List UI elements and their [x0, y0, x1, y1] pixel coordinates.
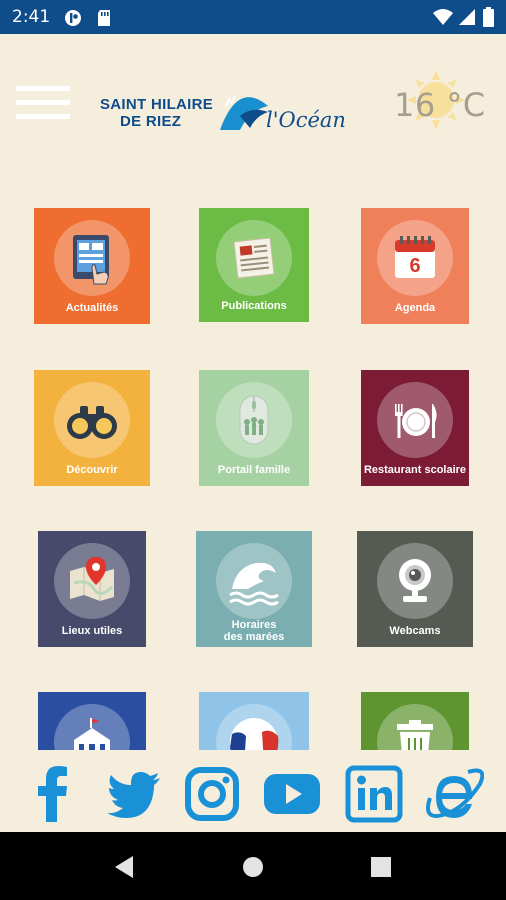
calendar-day: 6: [409, 255, 420, 277]
tile-label-line1: Horaires: [231, 619, 277, 631]
logo-script: l'Océan: [266, 108, 346, 132]
battery-icon: [483, 7, 494, 32]
status-time: 2:41: [12, 7, 51, 27]
tile-label: Lieux utiles: [61, 625, 123, 637]
plate-cutlery-icon: [395, 404, 437, 438]
home-icon[interactable]: [238, 852, 268, 882]
wave-icon: [229, 562, 279, 606]
internet-explorer-icon[interactable]: [424, 764, 484, 824]
tile-label: Portail famille: [217, 464, 291, 476]
tile-label: Horaires des marées: [196, 619, 312, 643]
hamburger-menu-icon[interactable]: [16, 86, 70, 124]
tile-publications[interactable]: Publications: [199, 208, 309, 322]
tile-webcams[interactable]: Webcams: [357, 531, 473, 647]
tile-portail-famille[interactable]: Portail famille: [199, 370, 309, 486]
logo-line2: DE RIEZ: [120, 113, 182, 130]
instagram-icon[interactable]: [182, 764, 242, 824]
tile-label: Webcams: [389, 625, 441, 637]
map-pin-icon: [70, 557, 114, 601]
temperature: 16 °C: [394, 86, 486, 124]
signal-icon: [458, 8, 476, 31]
back-icon[interactable]: [111, 852, 141, 882]
social-bar: [0, 750, 506, 832]
wifi-icon: [432, 8, 454, 31]
status-bar: 2:41: [0, 0, 506, 34]
tile-label: Restaurant scolaire: [363, 464, 467, 476]
tile-horaires-marees[interactable]: Horaires des marées: [196, 531, 312, 647]
tile-actualites[interactable]: Actualités: [34, 208, 150, 324]
youtube-icon[interactable]: [262, 764, 322, 824]
touch-tablet-icon: [73, 235, 109, 285]
sd-card-icon: [96, 9, 112, 32]
calendar-icon: 6: [395, 236, 435, 278]
app-content: SAINT HILAIRE DE RIEZ l'Océan 16 °C Actu…: [0, 34, 506, 832]
tile-label: Agenda: [394, 302, 436, 314]
mouse-icon: [239, 395, 269, 445]
navigation-bar: [0, 832, 506, 900]
tile-label: Publications: [221, 300, 287, 312]
tile-label-line2: des marées: [223, 631, 285, 643]
newspaper-icon: [233, 237, 275, 279]
tile-decouvrir[interactable]: Découvrir: [34, 370, 150, 486]
binoculars-icon: [67, 406, 117, 439]
tile-label: Découvrir: [66, 464, 118, 476]
town-logo: SAINT HILAIRE DE RIEZ l'Océan: [98, 86, 350, 138]
weather-widget[interactable]: 16 °C: [388, 68, 488, 138]
recents-icon[interactable]: [366, 852, 396, 882]
tile-agenda[interactable]: 6 Agenda: [361, 208, 469, 324]
tile-label: Actualités: [65, 302, 119, 314]
linkedin-icon[interactable]: [344, 764, 404, 824]
tile-restaurant-scolaire[interactable]: Restaurant scolaire: [361, 370, 469, 486]
lastpass-icon: [64, 9, 82, 32]
webcam-icon: [399, 559, 431, 602]
logo-line1: SAINT HILAIRE: [100, 96, 214, 113]
tile-lieux-utiles[interactable]: Lieux utiles: [38, 531, 146, 647]
facebook-icon[interactable]: [24, 764, 84, 824]
twitter-icon[interactable]: [104, 764, 164, 824]
